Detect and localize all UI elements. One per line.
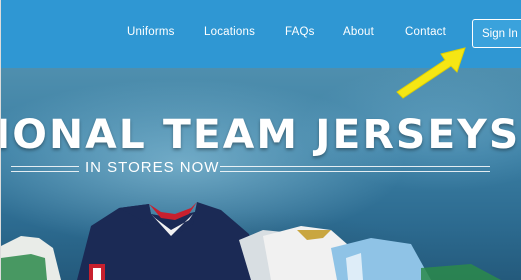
nav-link-contact[interactable]: Contact [405, 26, 446, 38]
page: Uniforms Locations FAQs About Contact Si… [0, 0, 521, 280]
nav-link-uniforms[interactable]: Uniforms [127, 26, 175, 38]
sign-in-button[interactable]: Sign In [472, 19, 521, 48]
nav-link-faqs[interactable]: FAQs [285, 26, 315, 38]
yellow-pointer-arrow-icon [396, 47, 466, 99]
nav-link-locations[interactable]: Locations [204, 26, 255, 38]
nav-link-about[interactable]: About [343, 26, 374, 38]
